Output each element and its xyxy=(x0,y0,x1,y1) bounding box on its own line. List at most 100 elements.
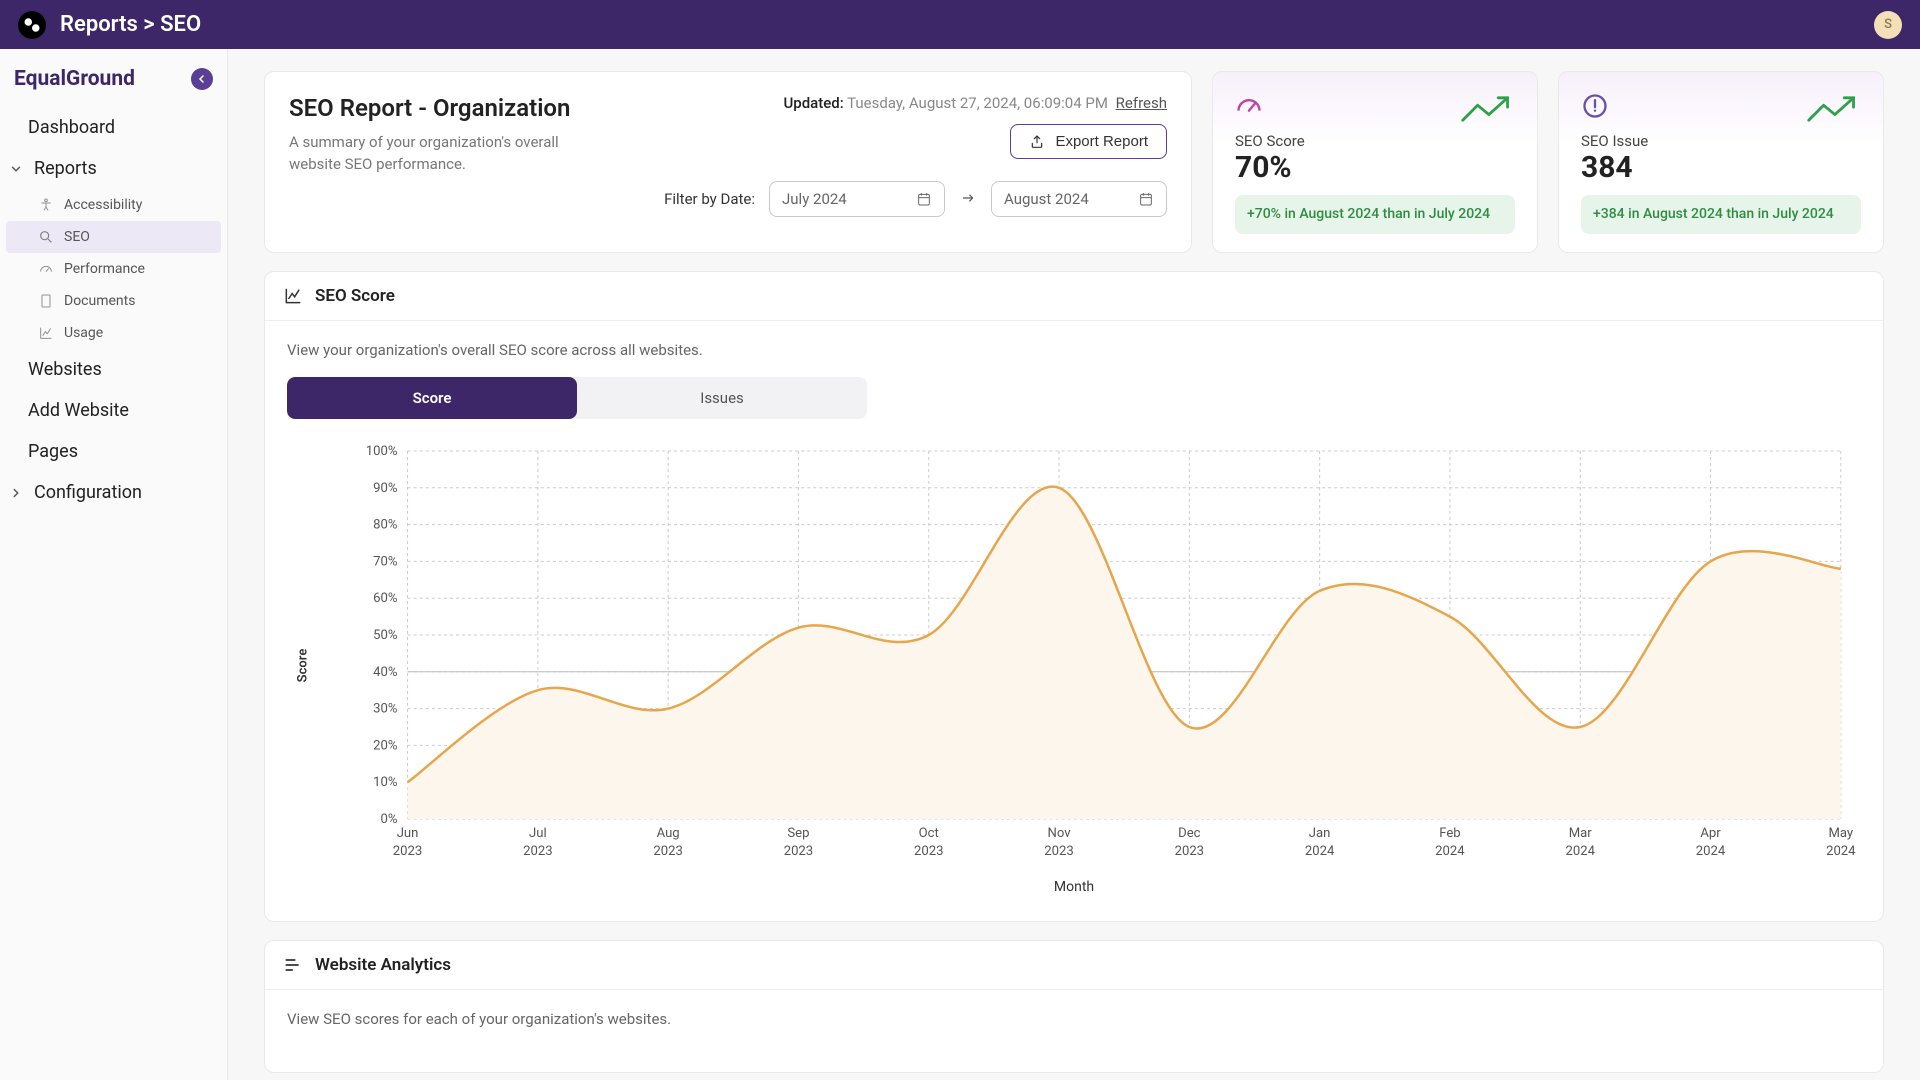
section-description: View your organization's overall SEO sco… xyxy=(287,341,1861,359)
topbar-left: Reports > SEO xyxy=(18,11,201,39)
app-logo-icon xyxy=(18,11,46,39)
export-report-button[interactable]: Export Report xyxy=(1010,124,1167,159)
date-to-value: August 2024 xyxy=(1004,190,1089,208)
svg-text:40%: 40% xyxy=(373,665,397,680)
seo-score-chart: 0%10%20%30%40%50%60%70%80%90%100%Jun2023… xyxy=(347,441,1861,871)
sidebar-item-label: Pages xyxy=(28,441,78,462)
svg-text:2023: 2023 xyxy=(914,844,943,859)
svg-text:Jan: Jan xyxy=(1309,826,1331,841)
svg-text:100%: 100% xyxy=(366,444,398,459)
alert-circle-icon xyxy=(1581,92,1609,120)
filter-by-date-label: Filter by Date: xyxy=(664,190,755,208)
section-description: View SEO scores for each of your organiz… xyxy=(287,1010,1861,1028)
export-icon xyxy=(1029,134,1045,150)
sidebar-item-configuration[interactable]: Configuration xyxy=(0,472,227,513)
sidebar-sub-label: Performance xyxy=(64,261,145,277)
svg-text:Sep: Sep xyxy=(787,826,809,841)
stat-value: 70% xyxy=(1235,150,1305,185)
sidebar-sub-label: Accessibility xyxy=(64,197,142,213)
sidebar-collapse-button[interactable] xyxy=(191,68,213,90)
sidebar-sub-label: Documents xyxy=(64,293,135,309)
date-to-picker[interactable]: August 2024 xyxy=(991,181,1167,217)
score-issues-toggle: Score Issues xyxy=(287,377,867,419)
sidebar-item-label: Dashboard xyxy=(28,117,115,138)
calendar-icon xyxy=(916,191,932,207)
website-analytics-section: Website Analytics View SEO scores for ea… xyxy=(264,940,1884,1073)
tab-issues[interactable]: Issues xyxy=(577,377,867,419)
chart-y-axis-label: Score xyxy=(296,649,311,683)
sidebar-header: EqualGround xyxy=(0,63,227,107)
gauge-icon xyxy=(1235,92,1263,120)
sidebar-item-label: Reports xyxy=(34,158,97,179)
bar-chart-icon xyxy=(283,955,303,975)
user-avatar[interactable]: S xyxy=(1874,11,1902,39)
accessibility-icon xyxy=(38,197,54,213)
section-header: SEO Score xyxy=(265,272,1883,321)
arrow-right-icon xyxy=(959,190,977,209)
svg-text:2023: 2023 xyxy=(784,844,813,859)
line-chart-icon xyxy=(283,286,303,306)
svg-text:20%: 20% xyxy=(373,738,397,753)
breadcrumb[interactable]: Reports > SEO xyxy=(60,12,201,37)
sidebar-sub-performance[interactable]: Performance xyxy=(0,253,227,285)
chevron-right-icon xyxy=(8,486,24,500)
svg-text:2024: 2024 xyxy=(1826,844,1856,859)
stat-label: SEO Issue xyxy=(1581,132,1648,150)
svg-text:2023: 2023 xyxy=(393,844,422,859)
svg-text:2024: 2024 xyxy=(1305,844,1335,859)
sidebar-item-reports[interactable]: Reports xyxy=(0,148,227,189)
updated-label: Updated: xyxy=(783,94,843,112)
date-from-picker[interactable]: July 2024 xyxy=(769,181,945,217)
page-description: A summary of your organization's overall… xyxy=(289,132,597,176)
chart-container: Score 0%10%20%30%40%50%60%70%80%90%100%J… xyxy=(287,441,1861,875)
tab-label: Issues xyxy=(700,389,744,407)
report-header-card: SEO Report - Organization A summary of y… xyxy=(264,71,1192,253)
avatar-initial: S xyxy=(1884,17,1892,32)
trend-up-icon xyxy=(1805,92,1861,126)
seo-score-section: SEO Score View your organization's overa… xyxy=(264,271,1884,922)
trend-up-icon xyxy=(1459,92,1515,126)
sidebar-item-add-website[interactable]: Add Website xyxy=(0,390,227,431)
sidebar-item-label: Add Website xyxy=(28,400,129,421)
svg-text:2023: 2023 xyxy=(653,844,682,859)
svg-text:2023: 2023 xyxy=(1044,844,1073,859)
sidebar-item-websites[interactable]: Websites xyxy=(0,349,227,390)
sidebar-sub-seo[interactable]: SEO xyxy=(6,221,221,253)
gauge-icon xyxy=(38,261,54,277)
sidebar-sub-usage[interactable]: Usage xyxy=(0,317,227,349)
sidebar-item-label: Configuration xyxy=(34,482,142,503)
sidebar-item-pages[interactable]: Pages xyxy=(0,431,227,472)
calendar-icon xyxy=(1138,191,1154,207)
sidebar-sub-label: Usage xyxy=(64,325,103,341)
svg-text:Apr: Apr xyxy=(1700,826,1721,841)
sidebar-sub-documents[interactable]: Documents xyxy=(0,285,227,317)
svg-text:80%: 80% xyxy=(373,518,397,533)
section-title: Website Analytics xyxy=(315,955,451,975)
stat-label: SEO Score xyxy=(1235,132,1305,150)
updated-timestamp: Tuesday, August 27, 2024, 06:09:04 PM xyxy=(847,94,1108,112)
chart-x-axis-label: Month xyxy=(287,879,1861,895)
svg-text:Jul: Jul xyxy=(529,826,547,841)
svg-text:2024: 2024 xyxy=(1565,844,1595,859)
stat-delta: +70% in August 2024 than in July 2024 xyxy=(1235,195,1515,234)
svg-text:2023: 2023 xyxy=(1175,844,1204,859)
main-content: SEO Report - Organization A summary of y… xyxy=(228,49,1920,1080)
seo-icon xyxy=(38,229,54,245)
svg-text:Oct: Oct xyxy=(919,826,939,841)
chevron-down-icon xyxy=(8,162,24,176)
sidebar-sub-accessibility[interactable]: Accessibility xyxy=(0,189,227,221)
svg-text:90%: 90% xyxy=(373,481,397,496)
svg-text:Nov: Nov xyxy=(1047,826,1071,841)
date-from-value: July 2024 xyxy=(782,190,847,208)
sidebar-item-dashboard[interactable]: Dashboard xyxy=(0,107,227,148)
refresh-link[interactable]: Refresh xyxy=(1116,94,1167,112)
tab-score[interactable]: Score xyxy=(287,377,577,419)
tab-label: Score xyxy=(413,389,452,407)
topbar: Reports > SEO S xyxy=(0,0,1920,49)
page-title: SEO Report - Organization xyxy=(289,94,597,122)
svg-text:Dec: Dec xyxy=(1178,826,1201,841)
svg-text:Jun: Jun xyxy=(397,826,419,841)
svg-text:2024: 2024 xyxy=(1435,844,1465,859)
section-header: Website Analytics xyxy=(265,941,1883,990)
stat-delta: +384 in August 2024 than in July 2024 xyxy=(1581,195,1861,234)
